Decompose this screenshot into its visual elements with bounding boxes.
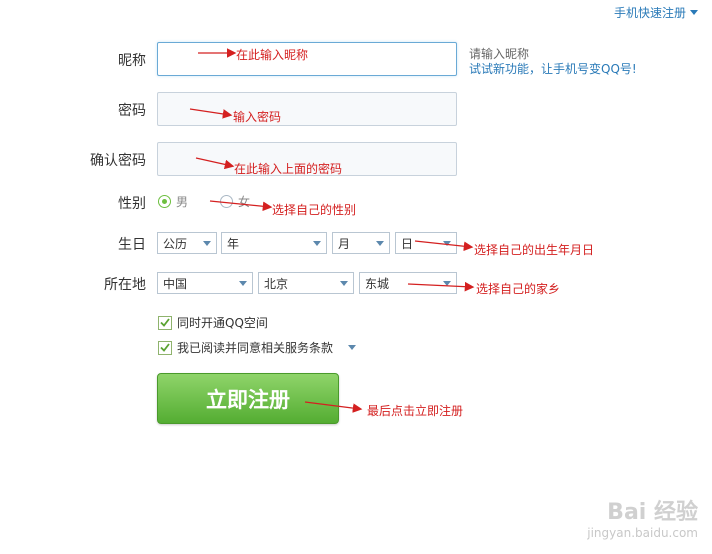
note-birthday: 选择自己的出生年月日 [474, 243, 595, 257]
watermark-logo: Bai 经验 [607, 500, 698, 525]
note-confirm: 在此输入上面的密码 [234, 162, 343, 176]
note-location: 选择自己的家乡 [476, 282, 561, 296]
arrow-location [407, 281, 475, 292]
watermark: Bai 经验 jingyan.baidu.com [587, 494, 698, 540]
arrow-submit [304, 401, 363, 413]
annotation-arrows [189, 48, 475, 413]
note-submit: 最后点击立即注册 [367, 404, 464, 418]
arrow-gender [209, 200, 273, 212]
watermark-url: jingyan.baidu.com [587, 526, 698, 540]
note-nickname: 在此输入昵称 [236, 48, 309, 62]
note-password: 输入密码 [233, 110, 282, 124]
arrow-birthday [414, 240, 474, 252]
arrow-password [189, 108, 233, 119]
arrow-confirm [195, 157, 235, 170]
note-gender: 选择自己的性别 [272, 203, 357, 217]
